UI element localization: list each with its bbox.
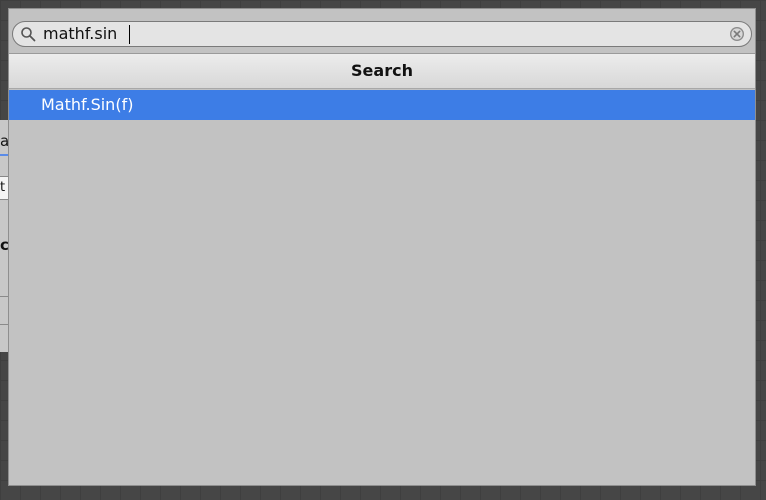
search-result-item[interactable]: Mathf.Sin(f) bbox=[9, 90, 755, 120]
clear-icon[interactable] bbox=[729, 26, 745, 42]
search-bar[interactable] bbox=[12, 21, 752, 47]
search-input[interactable] bbox=[43, 23, 723, 45]
search-popup: Search Mathf.Sin(f) bbox=[8, 8, 756, 486]
search-result-label: Mathf.Sin(f) bbox=[41, 95, 134, 114]
search-results-list: Mathf.Sin(f) bbox=[9, 90, 755, 120]
search-icon bbox=[20, 26, 36, 42]
search-header-title: Search bbox=[351, 61, 413, 80]
search-header: Search bbox=[9, 53, 755, 89]
text-caret bbox=[129, 25, 130, 44]
